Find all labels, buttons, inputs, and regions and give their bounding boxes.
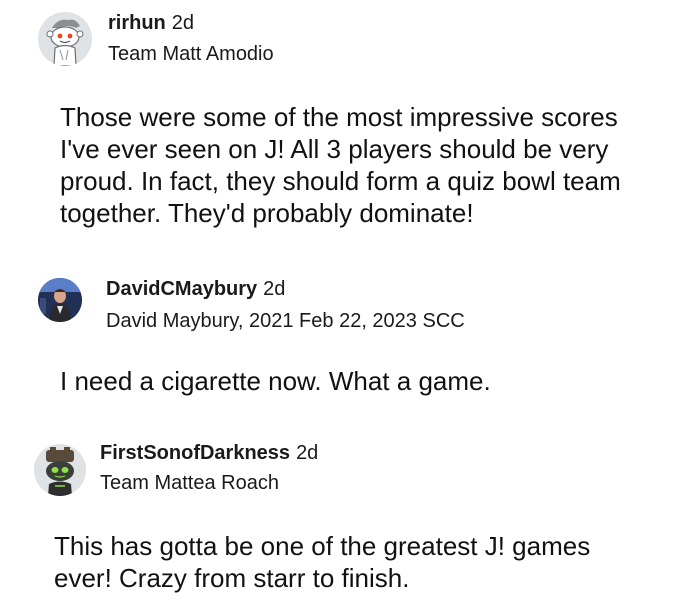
user-flair: David Maybury, 2021 Feb 22, 2023 SCC (106, 310, 465, 332)
user-line: DavidCMaybury 2d (106, 276, 465, 302)
comment-body-line: ever! Crazy from starr to finish. (54, 563, 410, 593)
snoo-avatar-icon[interactable] (38, 12, 92, 66)
comment-1: rirhun 2d Team Matt Amodio Those were som… (0, 0, 680, 240)
comment-body-line: proud. In fact, they should form a quiz … (60, 166, 621, 196)
robot-avatar-icon[interactable] (34, 444, 86, 496)
comment-header: DavidCMaybury 2d David Maybury, 2021 Feb … (106, 276, 465, 334)
comment-body-line: I need a cigarette now. What a game. (60, 366, 491, 396)
timestamp: 2d (171, 12, 195, 34)
user-line: rirhun 2d (108, 10, 274, 36)
comment-body: I need a cigarette now. What a game. (60, 365, 680, 397)
username-link[interactable]: rirhun (108, 12, 166, 34)
comment-body: Those were some of the most impressive s… (60, 101, 680, 229)
user-flair: Team Mattea Roach (100, 472, 279, 494)
comment-body: This has gotta be one of the greatest J!… (54, 530, 674, 594)
comment-header: rirhun 2d Team Matt Amodio (108, 10, 274, 67)
comment-body-line: I've ever seen on J! All 3 players shoul… (60, 134, 609, 164)
comment-body-line: Those were some of the most impressive s… (60, 102, 618, 132)
comment-header: FirstSonofDarkness 2d Team Mattea Roach (100, 440, 318, 496)
comment-body-line: This has gotta be one of the greatest J!… (54, 531, 591, 561)
timestamp: 2d (263, 278, 286, 300)
timestamp: 2d (296, 442, 319, 464)
user-line: FirstSonofDarkness 2d (100, 440, 318, 466)
username-link[interactable]: FirstSonofDarkness (100, 442, 290, 464)
comment-3: FirstSonofDarkness 2d Team Mattea Roach T… (0, 0, 680, 593)
person-photo-avatar-icon[interactable] (38, 278, 82, 322)
username-link[interactable]: DavidCMaybury (106, 278, 257, 300)
user-flair: Team Matt Amodio (108, 43, 274, 65)
comment-body-line: together. They'd probably dominate! (60, 198, 474, 228)
